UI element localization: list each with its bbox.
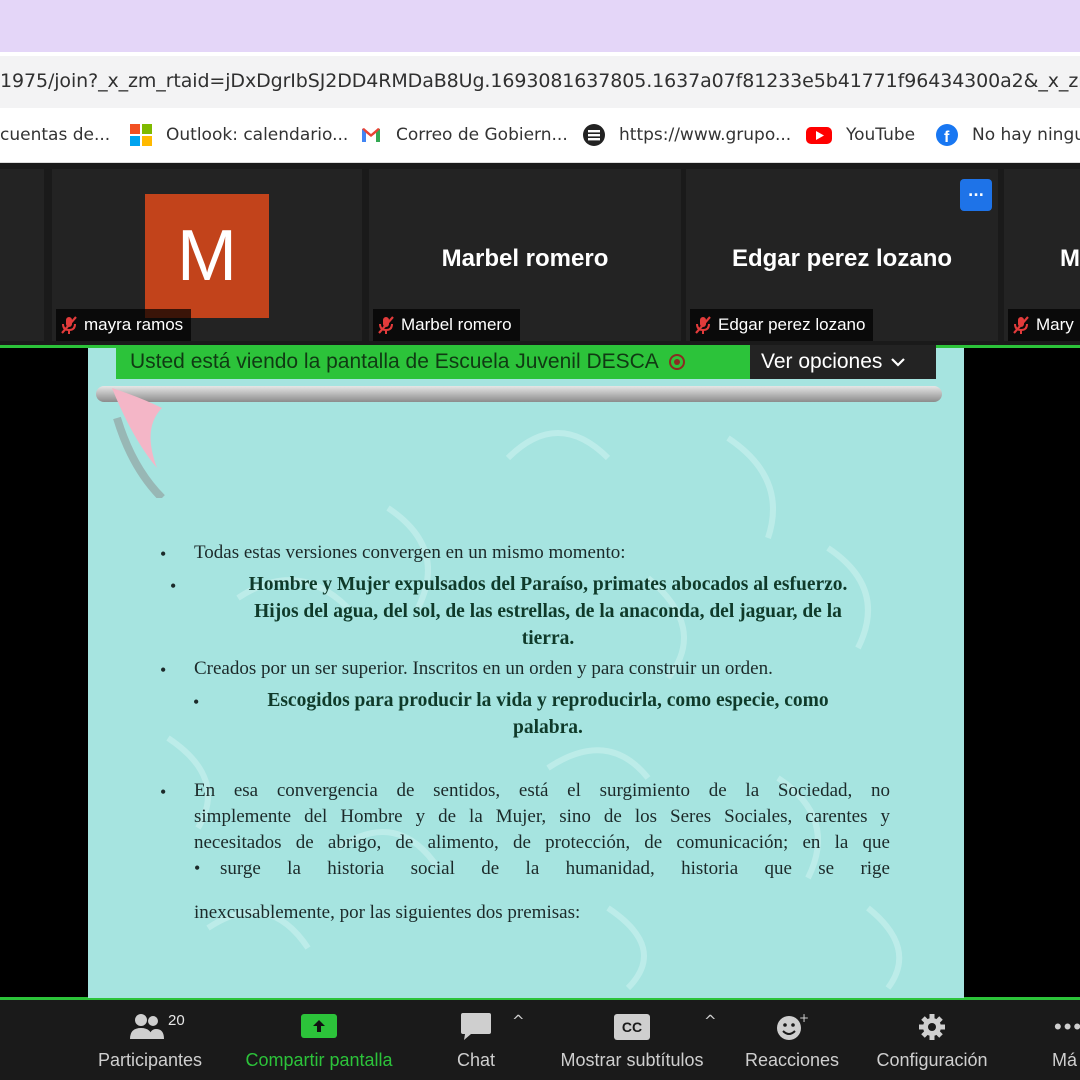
bookmark-label: Outlook: calendario... <box>166 125 349 145</box>
bookmark-gmail[interactable]: Correo de Gobiern... <box>360 122 568 148</box>
recording-dot-icon <box>668 354 685 370</box>
more-dots-icon: ••• <box>1054 1014 1080 1039</box>
bullet-marker: • <box>160 782 167 802</box>
mic-muted-icon <box>1012 315 1030 335</box>
bookmark-facebook[interactable]: f No hay ningu <box>936 122 1080 148</box>
facebook-icon: f <box>936 124 958 146</box>
closed-captions-text: CC <box>614 1014 650 1040</box>
url-text[interactable]: 1975/join?_x_zm_rtaid=jDxDgrIbSJ2DD4RMDa… <box>0 70 1080 92</box>
participant-name-label: Edgar perez lozano <box>690 309 874 341</box>
bullet-marker: • <box>170 576 177 596</box>
emoji-reaction-icon: + <box>775 1011 809 1047</box>
avatar: M <box>145 194 269 318</box>
bullet-marker: • <box>160 660 167 680</box>
bookmark-youtube[interactable]: YouTube <box>806 122 915 148</box>
bookmark-label: Correo de Gobiern... <box>396 125 568 145</box>
participant-name-label: Marbel romero <box>373 309 520 341</box>
bookmarks-bar: cuentas de... Outlook: calendario... Cor… <box>0 108 1080 163</box>
participant-name: Marbel romero <box>401 315 512 334</box>
participant-tile-mary[interactable]: M Mary <box>1004 169 1080 341</box>
more-button[interactable]: ••• Má <box>1046 1000 1080 1080</box>
share-screen-button[interactable]: Compartir pantalla <box>234 1000 404 1080</box>
slide-line: Creados por un ser superior. Inscritos e… <box>194 658 773 679</box>
bookmark-label: https://www.grupo... <box>619 125 792 145</box>
slide-paragraph-line: surge la historia social de la humanidad… <box>220 858 890 879</box>
address-bar[interactable]: 1975/join?_x_zm_rtaid=jDxDgrIbSJ2DD4RMDa… <box>0 52 1080 108</box>
subtitles-label: Mostrar subtítulos <box>560 1050 704 1070</box>
bullet-marker: • <box>160 544 167 564</box>
participants-button[interactable]: 20 Participantes <box>90 1000 210 1080</box>
chat-icon <box>459 1012 493 1047</box>
participant-display-name: M <box>1060 245 1080 272</box>
svg-text:+: + <box>799 1012 809 1025</box>
bookmark-label: YouTube <box>846 125 916 145</box>
slide-paragraph-line: necesitados de abrigo, de alimento, de p… <box>194 832 890 853</box>
microsoft-icon <box>130 124 152 146</box>
chat-button[interactable]: Chat <box>440 1000 512 1080</box>
more-options-button[interactable]: ... <box>960 179 992 211</box>
chat-options-caret-icon[interactable]: ^ <box>512 1012 525 1030</box>
slide-bold-line: palabra. <box>513 717 583 738</box>
view-options-label: Ver opciones <box>761 350 883 373</box>
participant-name: mayra ramos <box>84 315 184 334</box>
participant-tile-edgar[interactable]: ... Edgar perez lozano Edgar perez lozan… <box>686 169 998 341</box>
more-label: Má <box>1052 1050 1078 1070</box>
participants-icon <box>128 1012 168 1045</box>
pink-pointer-decoration <box>112 388 165 498</box>
window-top-strip <box>0 0 1080 52</box>
bookmark-grupo[interactable]: https://www.grupo... <box>583 122 791 148</box>
participant-tile-mayra[interactable]: M mayra ramos <box>52 169 362 341</box>
participants-label: Participantes <box>97 1050 203 1070</box>
mic-muted-icon <box>694 315 712 335</box>
settings-button[interactable]: Configuración <box>870 1000 994 1080</box>
chat-label: Chat <box>456 1050 496 1070</box>
bookmark-outlook[interactable]: Outlook: calendario... <box>130 122 348 148</box>
gear-icon <box>917 1012 947 1047</box>
participant-name: Edgar perez lozano <box>718 315 866 334</box>
participants-count: 20 <box>168 1012 185 1029</box>
bookmark-label: No hay ningu <box>972 125 1080 145</box>
participant-tile-partial[interactable] <box>0 169 44 341</box>
participant-display-name: Edgar perez lozano <box>731 245 953 272</box>
share-banner-text: Usted está viendo la pantalla de Escuela… <box>130 350 659 373</box>
slide-bold-line: Hijos del agua, del sol, de las estrella… <box>254 601 842 622</box>
participant-display-name: Marbel romero <box>441 245 609 272</box>
share-screen-icon <box>300 1012 338 1045</box>
slide-bold-line: Hombre y Mujer expulsados del Paraíso, p… <box>248 574 848 595</box>
svg-text:f: f <box>944 129 950 146</box>
pointer-bar <box>96 386 942 402</box>
participants-strip: M mayra ramos Marbel romero Marbel romer… <box>0 163 1080 345</box>
subtitles-button[interactable]: CC Mostrar subtítulos <box>553 1000 711 1080</box>
slide-paragraph-line: simplemente del Hombre y de la Mujer, si… <box>194 806 890 827</box>
participant-name: Mary <box>1036 315 1074 334</box>
chevron-down-icon <box>890 350 906 374</box>
youtube-icon <box>806 124 832 146</box>
meeting-toolbar: 20 Participantes Compartir pantalla Chat… <box>0 1000 1080 1080</box>
grupo-site-icon <box>583 124 605 146</box>
screen-share-banner: Usted está viendo la pantalla de Escuela… <box>116 345 750 379</box>
slide-paragraph-line: inexcusablemente, por las siguientes dos… <box>194 902 581 923</box>
settings-label: Configuración <box>876 1050 988 1070</box>
closed-captions-icon: CC <box>614 1014 650 1040</box>
subtitles-options-caret-icon[interactable]: ^ <box>704 1012 717 1030</box>
participant-tile-marbel[interactable]: Marbel romero Marbel romero <box>369 169 681 341</box>
view-options-button[interactable]: Ver opciones <box>750 345 936 379</box>
reactions-label: Reacciones <box>744 1050 840 1070</box>
slide-bold-line: tierra. <box>521 628 575 649</box>
shared-screen-area: • Todas estas versiones convergen en un … <box>0 345 1080 1000</box>
reactions-button[interactable]: + Reacciones <box>742 1000 842 1080</box>
slide-line: Todas estas versiones convergen en un mi… <box>194 542 626 563</box>
bullet-marker: • <box>194 858 201 878</box>
bookmark-label: cuentas de... <box>0 125 111 145</box>
slide-bold-line: Escogidos para producir la vida y reprod… <box>267 690 829 711</box>
bookmark-cuentas[interactable]: cuentas de... <box>0 122 110 148</box>
gmail-icon <box>360 124 382 146</box>
mic-muted-icon <box>60 315 78 335</box>
mic-muted-icon <box>377 315 395 335</box>
shared-slide: • Todas estas versiones convergen en un … <box>88 348 964 998</box>
participant-name-label: mayra ramos <box>56 309 192 341</box>
share-screen-label: Compartir pantalla <box>245 1050 393 1070</box>
participant-name-label: Mary <box>1008 309 1080 341</box>
slide-paragraph-line: En esa convergencia de sentidos, está el… <box>194 780 890 801</box>
